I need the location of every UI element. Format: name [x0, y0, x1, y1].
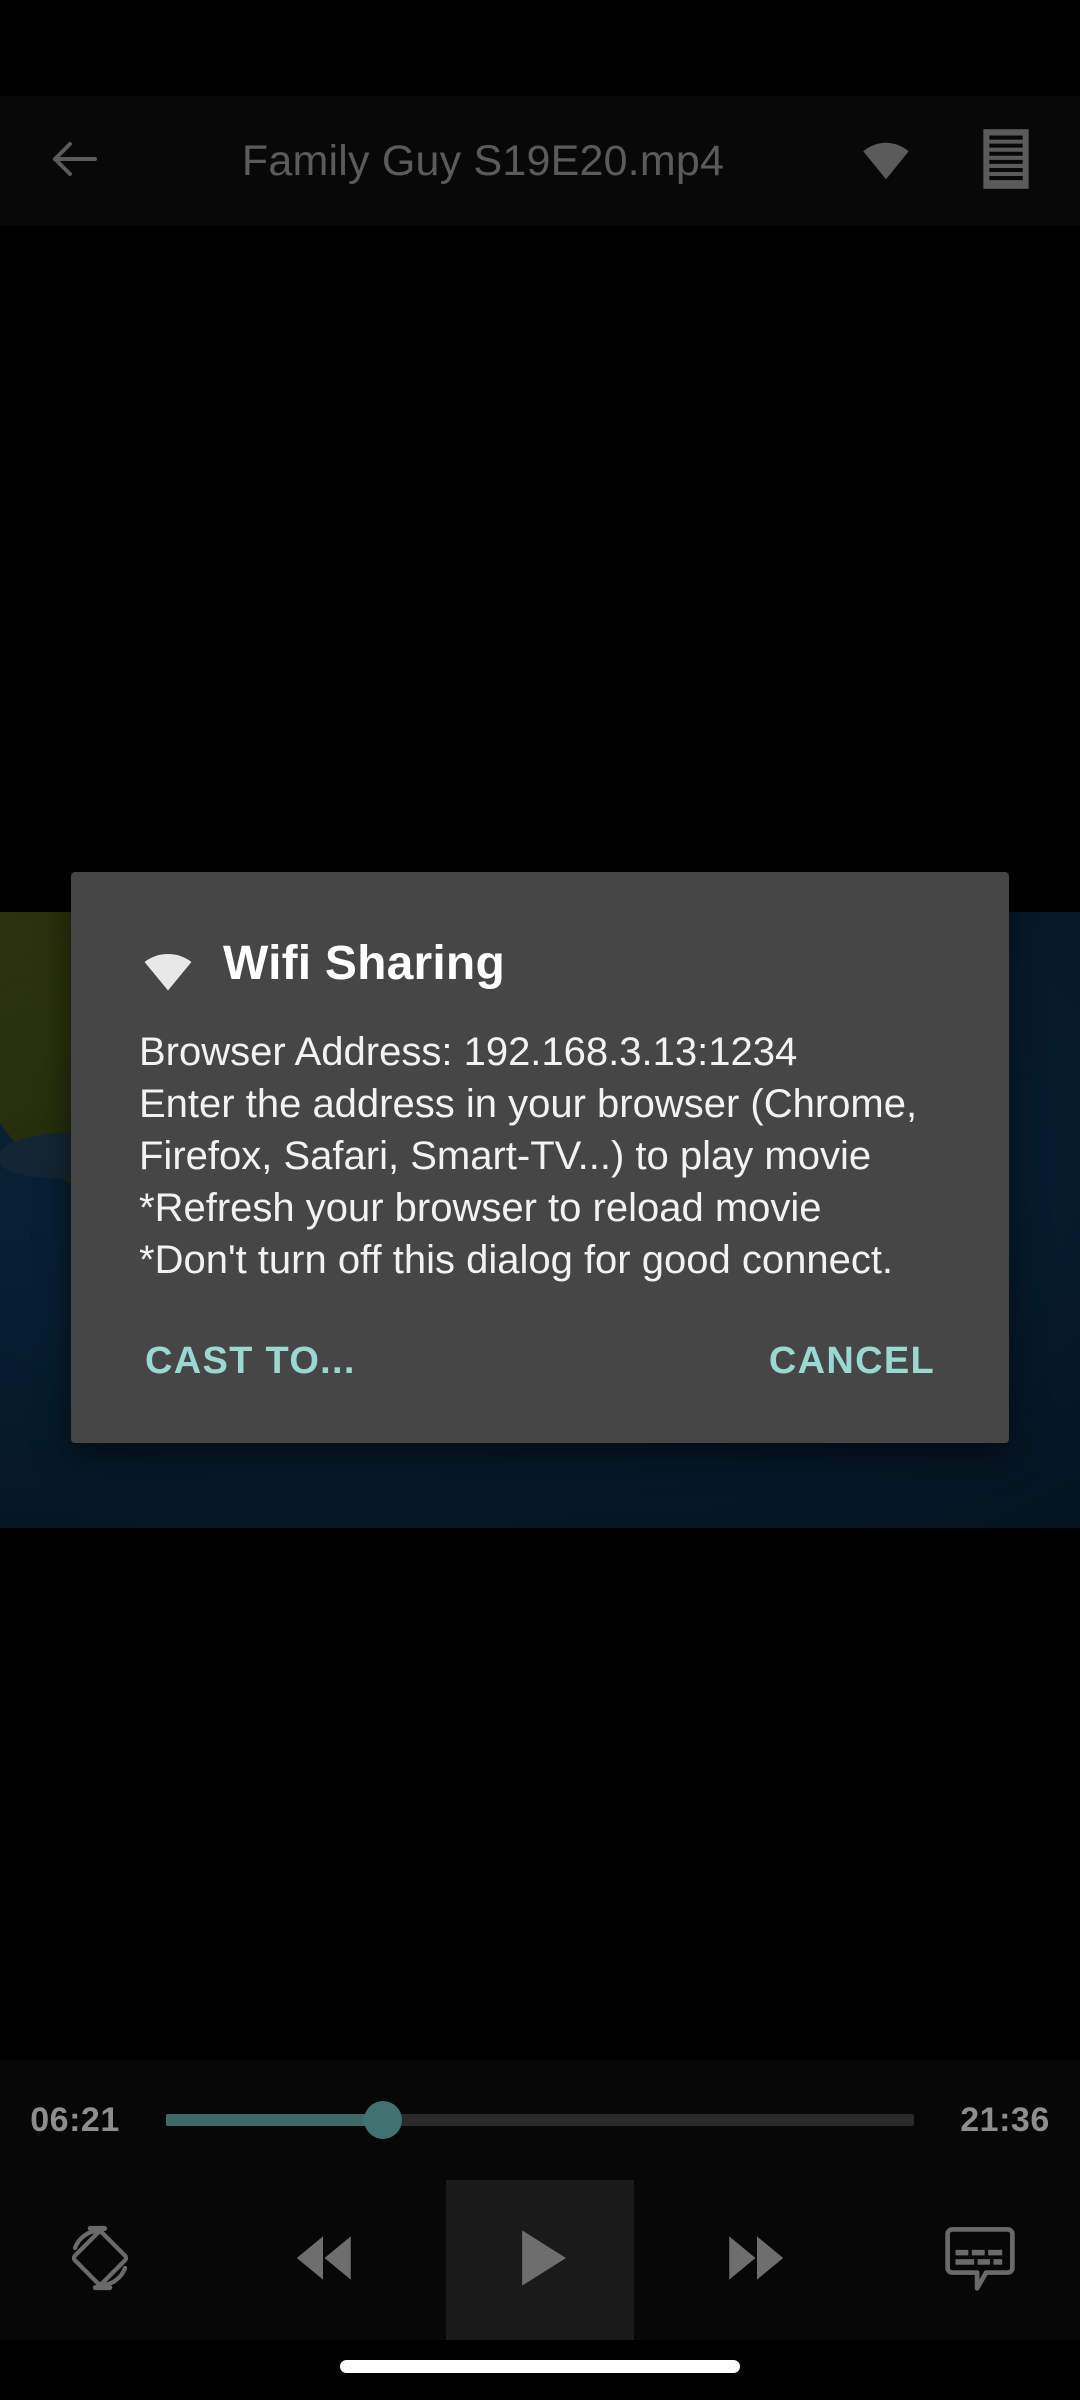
- top-toolbar: Family Guy S19E20.mp4: [0, 96, 1080, 226]
- playlist-icon: [981, 128, 1031, 195]
- rotate-screen-icon: [63, 2221, 137, 2300]
- transport-controls: [0, 2180, 1080, 2340]
- cast-to-button[interactable]: CAST TO...: [129, 1326, 372, 1397]
- rotate-screen-button[interactable]: [0, 2190, 200, 2330]
- dialog-header: Wifi Sharing: [71, 872, 1009, 992]
- cancel-button[interactable]: CANCEL: [753, 1326, 951, 1397]
- dialog-title: Wifi Sharing: [223, 936, 505, 990]
- status-bar: [0, 0, 1080, 96]
- back-button[interactable]: [0, 96, 150, 226]
- play-icon: [501, 2219, 579, 2302]
- dialog-message: Browser Address: 192.168.3.13:1234 Enter…: [139, 1030, 918, 1282]
- total-time-label: 21:36: [960, 2100, 1050, 2139]
- seek-bar-fill: [166, 2114, 383, 2126]
- rewind-icon: [286, 2221, 360, 2300]
- wifi-icon: [857, 130, 915, 193]
- seek-bar[interactable]: [166, 2101, 914, 2139]
- dialog-actions: CAST TO... CANCEL: [71, 1286, 1009, 1443]
- current-time-label: 06:21: [30, 2100, 120, 2139]
- play-button[interactable]: [446, 2180, 634, 2340]
- subtitles-button[interactable]: [880, 2190, 1080, 2330]
- arrow-left-icon: [45, 129, 105, 194]
- fast-forward-icon: [720, 2221, 794, 2300]
- wifi-sharing-dialog: Wifi Sharing Browser Address: 192.168.3.…: [71, 872, 1009, 1443]
- wifi-icon: [139, 934, 197, 992]
- player-controls: 06:21 21:36: [0, 2060, 1080, 2340]
- seek-row: 06:21 21:36: [0, 2060, 1080, 2180]
- gesture-pill[interactable]: [340, 2360, 740, 2373]
- player-screen: Family Guy S19E20.mp4 Wifi Sharing Brows…: [0, 0, 1080, 2400]
- playlist-button[interactable]: [946, 96, 1066, 226]
- page-title: Family Guy S19E20.mp4: [241, 136, 725, 185]
- system-nav-bar: [0, 2340, 1080, 2400]
- fast-forward-button[interactable]: [634, 2190, 880, 2330]
- rewind-button[interactable]: [200, 2190, 446, 2330]
- wifi-sharing-button[interactable]: [826, 96, 946, 226]
- seek-bar-thumb[interactable]: [363, 2101, 402, 2139]
- subtitles-icon: [942, 2223, 1018, 2298]
